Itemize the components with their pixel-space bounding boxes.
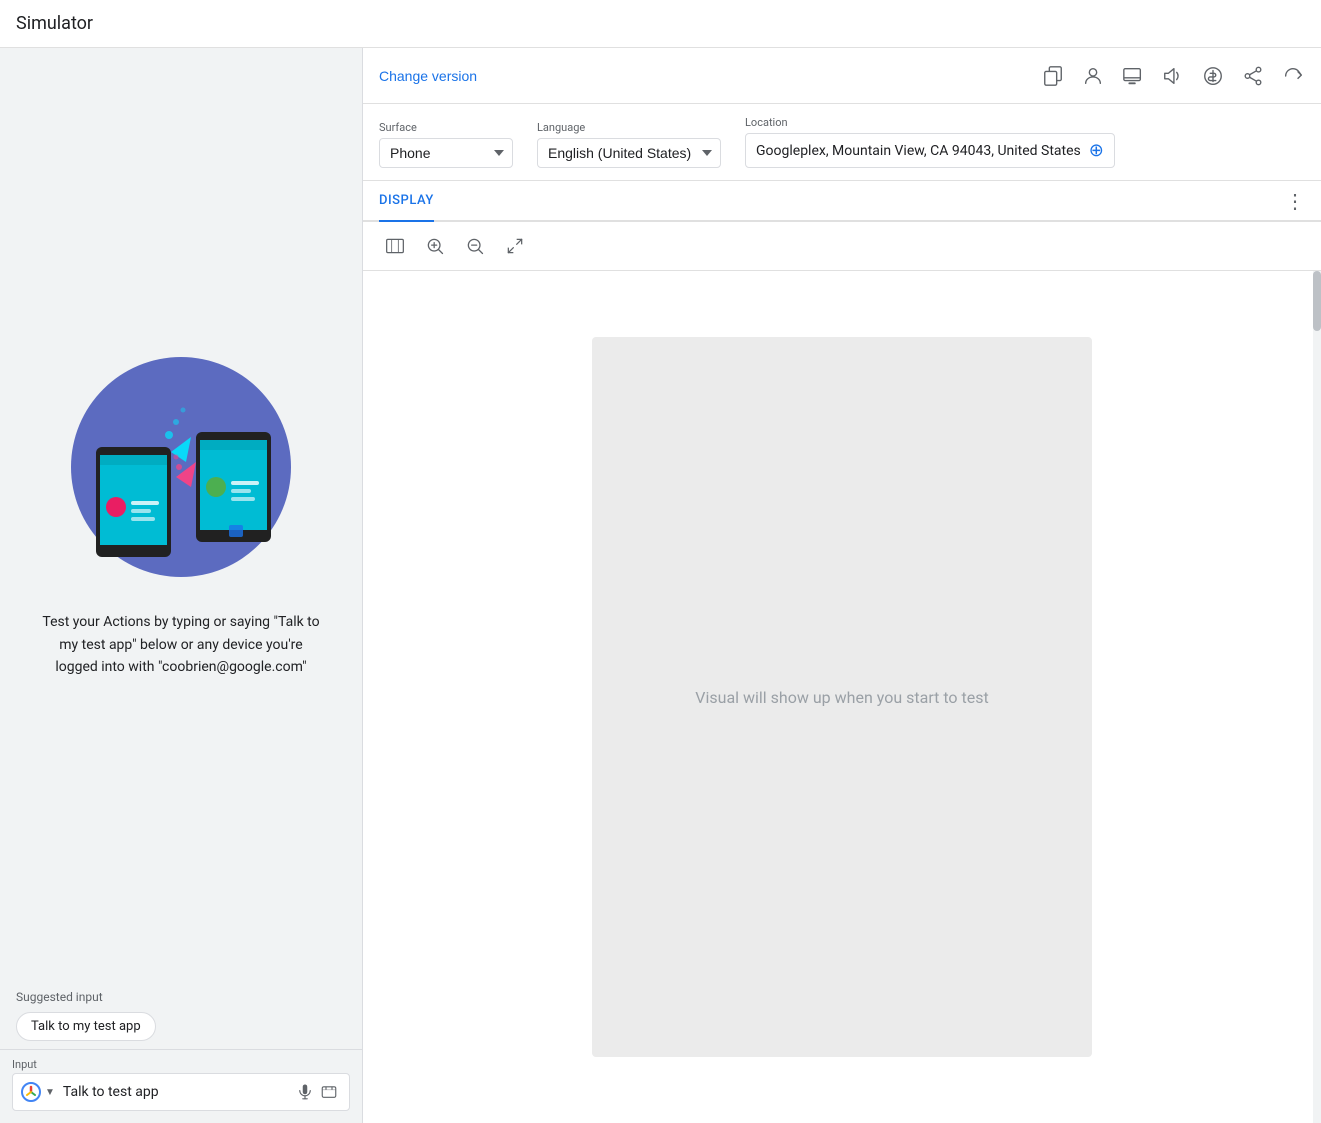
right-panel: Change version: [363, 48, 1321, 1123]
input-row: ▼ Talk to test app: [12, 1073, 350, 1111]
dollar-icon[interactable]: [1201, 64, 1225, 88]
scrollbar-track: [1313, 271, 1321, 1123]
left-panel: Test your Actions by typing or saying "T…: [0, 48, 363, 1123]
display-tab-bar: DISPLAY ⋮: [363, 181, 1321, 222]
location-input-wrapper[interactable]: Googleplex, Mountain View, CA 94043, Uni…: [745, 133, 1115, 168]
settings-row: Surface Phone Smart Speaker Smart Displa…: [363, 104, 1321, 181]
desktop-icon[interactable]: [1121, 64, 1145, 88]
more-vert-icon[interactable]: ⋮: [1285, 189, 1305, 213]
surface-select[interactable]: Phone Smart Speaker Smart Display: [379, 138, 513, 168]
zoom-out-button[interactable]: [459, 230, 491, 262]
input-wrapper: Input ▼ Talk to test app: [12, 1058, 350, 1111]
fullscreen-button[interactable]: [499, 230, 531, 262]
suggestion-chip[interactable]: Talk to my test app: [16, 1012, 156, 1041]
input-label: Input: [12, 1058, 350, 1071]
location-label: Location: [745, 116, 1115, 129]
main-layout: Test your Actions by typing or saying "T…: [0, 48, 1321, 1123]
person-icon[interactable]: [1081, 64, 1105, 88]
dropdown-arrow-icon[interactable]: ▼: [45, 1087, 55, 1098]
suggested-input-area: Suggested input Talk to my test app: [0, 978, 362, 1049]
description-text: Test your Actions by typing or saying "T…: [41, 611, 321, 678]
left-content: Test your Actions by typing or saying "T…: [0, 48, 362, 978]
location-text: Googleplex, Mountain View, CA 94043, Uni…: [756, 143, 1081, 159]
volume-icon[interactable]: [1161, 64, 1185, 88]
suggested-label: Suggested input: [16, 990, 346, 1004]
input-area: Input ▼ Talk to test app: [0, 1049, 362, 1123]
toolbar-icons: [1041, 64, 1305, 88]
image-button[interactable]: [317, 1080, 341, 1104]
change-version-button[interactable]: Change version: [379, 68, 477, 84]
surface-group: Surface Phone Smart Speaker Smart Displa…: [379, 121, 513, 168]
language-label: Language: [537, 121, 721, 134]
share-icon[interactable]: [1241, 64, 1265, 88]
google-icon: [21, 1082, 41, 1102]
scrollbar-thumb[interactable]: [1313, 271, 1321, 331]
refresh-icon[interactable]: [1281, 64, 1305, 88]
visual-placeholder-text: Visual will show up when you start to te…: [695, 688, 988, 707]
phone-preview: Visual will show up when you start to te…: [592, 337, 1092, 1057]
display-area: Visual will show up when you start to te…: [363, 271, 1321, 1123]
display-tab[interactable]: DISPLAY: [379, 181, 434, 222]
surface-label: Surface: [379, 121, 513, 134]
right-toolbar: Change version: [363, 48, 1321, 104]
top-bar: Simulator: [0, 0, 1321, 48]
input-text[interactable]: Talk to test app: [63, 1084, 293, 1100]
fit-screen-button[interactable]: [379, 230, 411, 262]
location-icon[interactable]: ⊕: [1089, 140, 1104, 161]
illustration: [61, 347, 301, 587]
mic-button[interactable]: [293, 1080, 317, 1104]
language-group: Language English (United States) English…: [537, 121, 721, 168]
display-toolbar: [363, 222, 1321, 271]
zoom-in-button[interactable]: [419, 230, 451, 262]
language-select[interactable]: English (United States) English (UK) Spa…: [537, 138, 721, 168]
right-panel-scroll: Visual will show up when you start to te…: [363, 271, 1321, 1123]
app-title: Simulator: [16, 13, 93, 34]
location-group: Location Googleplex, Mountain View, CA 9…: [745, 116, 1115, 168]
copy-icon[interactable]: [1041, 64, 1065, 88]
